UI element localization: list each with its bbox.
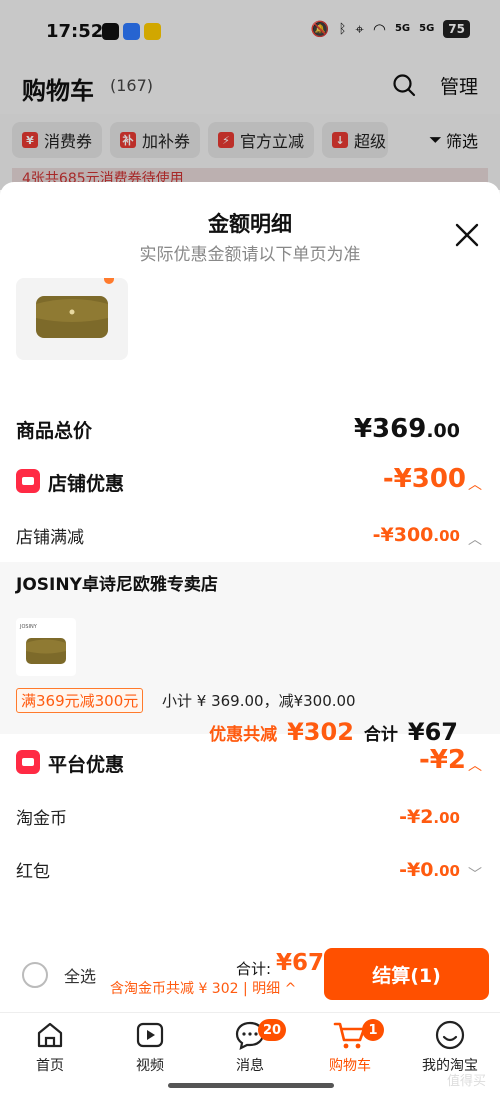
tab-home[interactable]: 首页 <box>0 1019 100 1075</box>
checkout-bar: 全选 合计: ¥67 含淘金币共减 ¥ 302 | 明细 ^ 结算(1) <box>0 942 500 1012</box>
store-detail: JOSINY卓诗尼欧雅专卖店 JOSINY 满369元减300元 小计 ¥ 36… <box>0 562 500 734</box>
message-badge: 20 <box>258 1019 287 1041</box>
tab-profile[interactable]: 我的淘宝 <box>400 1019 500 1075</box>
chevron-up-icon[interactable]: ︿ <box>468 529 482 549</box>
total-price-value: ¥369.00 <box>354 414 460 444</box>
totals-summary: 优惠共减 ¥302 合计 ¥67 <box>209 718 458 746</box>
shop-reduction-main: -¥300 <box>372 524 434 546</box>
platform-discount-label: 平台优惠 <box>48 754 125 776</box>
platform-discount-value: -¥2 <box>419 745 466 775</box>
tab-messages[interactable]: 消息 20 <box>200 1019 300 1075</box>
home-icon <box>37 1022 63 1048</box>
redpacket-decimal: .00 <box>433 862 460 880</box>
store-name: JOSINY卓诗尼欧雅专卖店 <box>16 575 218 595</box>
bag-image <box>36 296 108 338</box>
home-indicator[interactable] <box>168 1083 334 1088</box>
select-all-checkbox[interactable] <box>22 962 48 988</box>
redpacket-main: -¥0 <box>399 859 434 881</box>
tab-video[interactable]: 视频 <box>100 1019 200 1075</box>
tab-label: 首页 <box>36 1058 64 1074</box>
video-icon <box>136 1022 164 1048</box>
total-price-label: 商品总价 <box>16 420 93 442</box>
shop-full-reduction-value: -¥300.00 <box>373 524 460 546</box>
cart-icon <box>333 1022 366 1049</box>
redpacket-label: 红包 <box>16 862 50 882</box>
cart-badge: 1 <box>362 1019 384 1041</box>
promo-tag: 满369元减300元 <box>16 688 144 713</box>
sum-label: 合计 <box>363 725 398 745</box>
checkout-button[interactable]: 结算(1) <box>324 948 489 1000</box>
sum-value: ¥67 <box>407 718 458 746</box>
bag-image: JOSINY <box>19 624 66 664</box>
select-all-label[interactable]: 全选 <box>64 963 96 987</box>
total-discount-label: 优惠共减 <box>209 725 278 745</box>
checkout-detail-link[interactable]: 含淘金币共减 ¥ 302 | 明细 ^ <box>110 978 296 998</box>
checkout-total-label: 合计: <box>236 960 272 978</box>
sheet-subtitle: 实际优惠金额请以下单页为准 <box>139 245 361 265</box>
redpacket-value: -¥0.00 <box>399 859 460 881</box>
watermark: 值得买 <box>446 1074 486 1089</box>
chevron-down-icon[interactable]: ﹀ <box>468 864 482 884</box>
tab-label: 购物车 <box>329 1058 371 1074</box>
close-icon[interactable] <box>454 222 480 248</box>
profile-icon <box>435 1020 465 1050</box>
brand-text: JOSINY <box>19 624 38 630</box>
total-discount-value: ¥302 <box>287 718 354 746</box>
modal-backdrop[interactable] <box>0 0 500 190</box>
total-price-main: ¥369 <box>353 414 427 444</box>
tab-label: 视频 <box>136 1058 164 1074</box>
platform-icon <box>16 750 40 774</box>
store-subtotal: 小计 ¥ 369.00，减¥300.00 <box>162 692 356 710</box>
coin-main: -¥2 <box>399 806 434 828</box>
sheet-title: 金额明细 <box>208 212 292 236</box>
shop-discount-label: 店铺优惠 <box>48 473 125 495</box>
amount-detail-sheet: 金额明细 实际优惠金额请以下单页为准 商品总价 ¥369.00 店铺优惠 -¥3… <box>0 182 500 942</box>
chevron-up-icon[interactable]: ︿ <box>468 755 482 775</box>
store-product-thumbnail[interactable]: JOSINY <box>16 618 76 676</box>
checkout-total-value: ¥67 <box>276 950 325 976</box>
coin-decimal: .00 <box>433 809 460 827</box>
coin-label: 淘金币 <box>16 809 67 829</box>
chevron-up-icon[interactable]: ︿ <box>468 474 482 494</box>
shop-icon <box>16 469 40 493</box>
total-price-decimal: .00 <box>426 420 460 442</box>
product-thumbnail[interactable] <box>16 278 128 360</box>
shop-discount-value: -¥300 <box>382 464 466 494</box>
shop-reduction-decimal: .00 <box>433 527 460 545</box>
coin-value: -¥2.00 <box>399 806 460 828</box>
tab-cart[interactable]: 购物车 1 <box>300 1019 400 1075</box>
shop-full-reduction-label: 店铺满减 <box>16 528 84 548</box>
tab-label: 消息 <box>236 1058 264 1074</box>
